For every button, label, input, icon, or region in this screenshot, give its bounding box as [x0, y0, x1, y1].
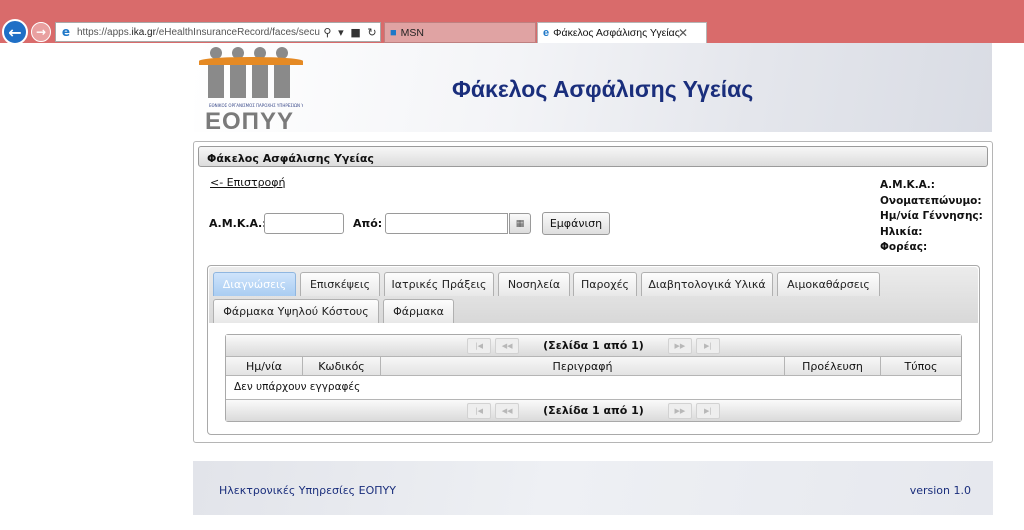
ie-icon: e	[61, 25, 71, 39]
patient-info: Α.Μ.Κ.Α.: Ονοματεπώνυμο: Ημ/νία Γέννησης…	[880, 178, 983, 256]
prev-page-icon[interactable]: ◀◀	[495, 337, 520, 354]
tab-dialysis[interactable]: Αιμοκαθάρσεις	[777, 272, 880, 296]
column-header-type[interactable]: Τύπος	[881, 357, 961, 376]
from-date-input[interactable]	[385, 213, 508, 234]
refresh-icon[interactable]: ↻	[367, 26, 376, 39]
address-bar[interactable]: e https://apps.ika.gr/eHealthInsuranceRe…	[55, 22, 381, 42]
forward-arrow-icon[interactable]: →	[31, 22, 51, 42]
browser-tab-msn[interactable]: ■ MSN	[384, 22, 536, 43]
table-header: Ημ/νία Κωδικός Περιγραφή Προέλευση Τύπος	[226, 357, 961, 376]
pager-bottom: |◀ ◀◀ (Σελίδα 1 από 1) ▶▶ ▶|	[226, 399, 961, 421]
browser-tab-label: Φάκελος Ασφάλισης Υγείας	[553, 27, 680, 39]
info-carrier: Φορέας:	[880, 241, 928, 253]
tab-medical-procedures[interactable]: Ιατρικές Πράξεις	[384, 272, 494, 296]
tab-diagnoses[interactable]: Διαγνώσεις	[213, 272, 296, 296]
panel-header: Φάκελος Ασφάλισης Υγείας	[198, 146, 988, 167]
info-amka: Α.Μ.Κ.Α.:	[880, 179, 935, 191]
column-header-description[interactable]: Περιγραφή	[381, 357, 785, 376]
calendar-icon[interactable]: ▦	[509, 213, 531, 234]
page-info: (Σελίδα 1 από 1)	[543, 404, 644, 417]
amka-input[interactable]	[264, 213, 344, 234]
tabs-panel: Διαγνώσεις Επισκέψεις Ιατρικές Πράξεις Ν…	[207, 265, 980, 435]
ie-tab-icon: e	[543, 27, 550, 39]
main-panel: Φάκελος Ασφάλισης Υγείας <- Επιστροφή Α.…	[193, 141, 993, 443]
logo-text: ΕΟΠΥΥ	[205, 108, 295, 135]
page-info: (Σελίδα 1 από 1)	[543, 339, 644, 352]
show-button[interactable]: Εμφάνιση	[542, 212, 610, 235]
next-page-icon[interactable]: ▶▶	[667, 402, 692, 419]
column-header-date[interactable]: Ημ/νία	[226, 357, 303, 376]
lock-icon[interactable]: ■	[350, 26, 360, 39]
banner: ΕΘΝΙΚΟΣ ΟΡΓΑΝΙΣΜΟΣ ΠΑΡΟΧΗΣ ΥΠΗΡΕΣΙΩΝ ΥΓΕ…	[194, 43, 992, 135]
tab-diabetic-supplies[interactable]: Διαβητολογικά Υλικά	[641, 272, 773, 296]
back-arrow-icon[interactable]: ←	[2, 19, 28, 45]
msn-icon: ■	[390, 26, 397, 39]
tab-hospitalization[interactable]: Νοσηλεία	[498, 272, 570, 296]
tab-high-cost-drugs[interactable]: Φάρμακα Υψηλού Κόστους	[213, 299, 379, 323]
footer: Ηλεκτρονικές Υπηρεσίες ΕΟΠΥΥ version 1.0	[193, 461, 993, 515]
prev-page-icon[interactable]: ◀◀	[495, 402, 520, 419]
info-age: Ηλικία:	[880, 225, 923, 238]
search-icon[interactable]: ⚲	[323, 26, 331, 39]
close-icon[interactable]: ✕	[678, 26, 688, 40]
last-page-icon[interactable]: ▶|	[695, 402, 720, 419]
footer-version: version 1.0	[909, 484, 971, 497]
column-header-origin[interactable]: Προέλευση	[785, 357, 881, 376]
footer-services: Ηλεκτρονικές Υπηρεσίες ΕΟΠΥΥ	[219, 484, 396, 497]
tab-visits[interactable]: Επισκέψεις	[300, 272, 380, 296]
url-text[interactable]: https://apps.ika.gr/eHealthInsuranceReco…	[77, 27, 320, 38]
tabs-bar: Διαγνώσεις Επισκέψεις Ιατρικές Πράξεις Ν…	[209, 267, 978, 323]
tab-drugs[interactable]: Φάρμακα	[383, 299, 454, 323]
browser-tab-label: MSN	[400, 26, 424, 39]
first-page-icon[interactable]: |◀	[467, 402, 492, 419]
empty-message: Δεν υπάρχουν εγγραφές	[234, 381, 361, 393]
records-table: |◀ ◀◀ (Σελίδα 1 από 1) ▶▶ ▶| Ημ/νία Κωδι…	[225, 334, 962, 422]
eopyy-logo: ΕΘΝΙΚΟΣ ΟΡΓΑΝΙΣΜΟΣ ΠΑΡΟΧΗΣ ΥΠΗΡΕΣΙΩΝ ΥΓΕ…	[199, 45, 303, 135]
back-link[interactable]: <- Επιστροφή	[210, 176, 286, 189]
banner-title: Φάκελος Ασφάλισης Υγείας	[452, 76, 754, 102]
tab-benefits[interactable]: Παροχές	[573, 272, 637, 296]
browser-tab-active[interactable]: e Φάκελος Ασφάλισης Υγείας ✕	[537, 22, 707, 43]
first-page-icon[interactable]: |◀	[467, 337, 492, 354]
info-dob: Ημ/νία Γέννησης:	[880, 210, 983, 222]
next-page-icon[interactable]: ▶▶	[667, 337, 692, 354]
last-page-icon[interactable]: ▶|	[695, 337, 720, 354]
dropdown-icon[interactable]: ▾	[338, 26, 344, 39]
amka-label: Α.Μ.Κ.Α.:	[209, 217, 267, 230]
column-header-code[interactable]: Κωδικός	[303, 357, 381, 376]
from-label: Από:	[353, 217, 383, 230]
info-name: Ονοματεπώνυμο:	[880, 194, 982, 207]
pager-top: |◀ ◀◀ (Σελίδα 1 από 1) ▶▶ ▶|	[226, 335, 961, 357]
